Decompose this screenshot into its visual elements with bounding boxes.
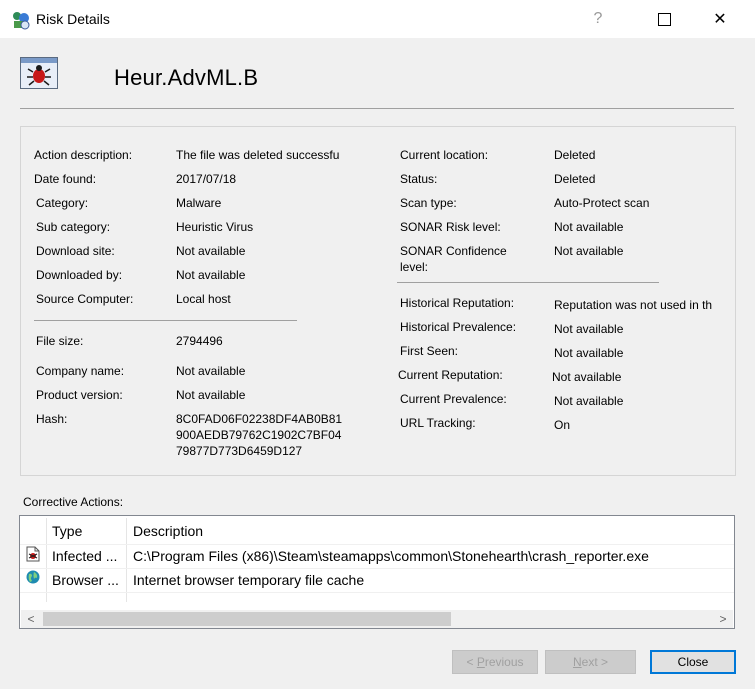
detail-value: Local host bbox=[176, 292, 231, 306]
app-shield-icon bbox=[11, 10, 31, 30]
column-header-type[interactable]: Type bbox=[52, 516, 83, 544]
detail-label: Company name: bbox=[36, 364, 125, 378]
detail-label: Action description: bbox=[34, 148, 133, 162]
detail-value: Not available bbox=[554, 220, 624, 234]
detail-value: Not available bbox=[176, 244, 246, 258]
detail-value: Not available bbox=[176, 388, 246, 402]
detail-label: Date found: bbox=[34, 172, 97, 186]
detail-label: Hash: bbox=[36, 412, 68, 426]
detail-value: 2017/07/18 bbox=[176, 172, 237, 186]
row-type[interactable]: Infected ... bbox=[52, 545, 124, 567]
bug-window-icon bbox=[20, 57, 58, 89]
detail-label: First Seen: bbox=[400, 344, 459, 358]
hash-line: 900AEDB79762C1902C7BF04 bbox=[176, 428, 342, 442]
maximize-icon bbox=[657, 12, 671, 26]
detail-label: URL Tracking: bbox=[400, 416, 476, 430]
detail-value: Not available bbox=[554, 322, 624, 336]
window-title: Risk Details bbox=[36, 11, 110, 27]
row-description[interactable]: Internet browser temporary file cache bbox=[133, 569, 733, 591]
previous-button[interactable]: < Previous bbox=[452, 650, 538, 674]
detail-label: Downloaded by: bbox=[36, 268, 123, 282]
previous-accel: P bbox=[476, 655, 485, 669]
detail-value: Malware bbox=[176, 196, 222, 210]
scroll-right-arrow-icon[interactable]: > bbox=[713, 610, 733, 628]
corrective-actions-label: Corrective Actions: bbox=[23, 495, 124, 509]
detail-label: Product version: bbox=[36, 388, 123, 402]
detail-value: 2794496 bbox=[176, 334, 223, 348]
detail-value: Not available bbox=[554, 346, 624, 360]
detail-label: Current Prevalence: bbox=[400, 392, 507, 406]
hash-line: 79877D773D6459D127 bbox=[176, 444, 303, 458]
help-button[interactable]: ? bbox=[575, 0, 621, 38]
detail-value: Not available bbox=[552, 370, 622, 384]
detail-label: Current location: bbox=[400, 148, 489, 162]
detail-value: Deleted bbox=[554, 172, 596, 186]
header-divider bbox=[20, 108, 734, 109]
close-button[interactable]: Close bbox=[650, 650, 736, 674]
previous-prefix: < bbox=[466, 655, 477, 669]
detail-label: Historical Prevalence: bbox=[400, 320, 517, 334]
next-accel: N bbox=[572, 655, 582, 669]
detail-value: Not available bbox=[176, 268, 246, 282]
column-separator bbox=[126, 518, 127, 602]
detail-value: On bbox=[554, 418, 571, 432]
detail-label: Status: bbox=[400, 172, 438, 186]
detail-label: Historical Reputation: bbox=[400, 296, 515, 310]
column-separator bbox=[46, 518, 47, 602]
horizontal-scrollbar[interactable]: < > bbox=[21, 610, 733, 628]
detail-label: Current Reputation: bbox=[398, 368, 503, 382]
row-type[interactable]: Browser ... bbox=[52, 569, 124, 591]
detail-label: level: bbox=[400, 260, 429, 274]
detail-value: Reputation was not used in th bbox=[554, 298, 713, 312]
corrective-actions-list[interactable]: Type Description Infected ... C:\Program… bbox=[19, 515, 735, 629]
maximize-button[interactable] bbox=[641, 0, 687, 38]
detail-label: Download site: bbox=[36, 244, 115, 258]
detail-label: File size: bbox=[36, 334, 84, 348]
infected-file-icon bbox=[26, 546, 40, 562]
risk-name-heading: Heur.AdvML.B bbox=[114, 65, 259, 90]
detail-value: Not available bbox=[554, 244, 624, 258]
detail-value: Not available bbox=[554, 394, 624, 408]
next-button[interactable]: Next > bbox=[545, 650, 636, 674]
row-description[interactable]: C:\Program Files (x86)\Steam\steamapps\c… bbox=[133, 545, 733, 567]
detail-value: Deleted bbox=[554, 148, 596, 162]
detail-label: Sub category: bbox=[36, 220, 111, 234]
detail-value: Not available bbox=[176, 364, 246, 378]
scrollbar-thumb[interactable] bbox=[43, 612, 451, 626]
detail-label: SONAR Confidence bbox=[400, 244, 507, 258]
column-header-description[interactable]: Description bbox=[133, 516, 204, 544]
right-divider bbox=[397, 282, 659, 283]
detail-label: Scan type: bbox=[400, 196, 457, 210]
detail-value: The file was deleted successfu bbox=[176, 148, 340, 162]
detail-value: Auto-Protect scan bbox=[554, 196, 650, 210]
row-divider bbox=[20, 592, 734, 593]
detail-label: SONAR Risk level: bbox=[400, 220, 501, 234]
title-bar: Risk Details ? ✕ bbox=[0, 0, 755, 38]
window-close-button[interactable]: ✕ bbox=[697, 0, 743, 38]
detail-value: Heuristic Virus bbox=[176, 220, 254, 234]
detail-label: Category: bbox=[36, 196, 89, 210]
hash-line: 8C0FAD06F02238DF4AB0B81 bbox=[176, 412, 343, 426]
detail-label: Source Computer: bbox=[36, 292, 134, 306]
browser-globe-icon bbox=[26, 570, 40, 584]
previous-rest: revious bbox=[484, 655, 524, 669]
next-rest: ext > bbox=[581, 655, 609, 669]
left-divider bbox=[34, 320, 297, 321]
scroll-left-arrow-icon[interactable]: < bbox=[21, 610, 41, 628]
